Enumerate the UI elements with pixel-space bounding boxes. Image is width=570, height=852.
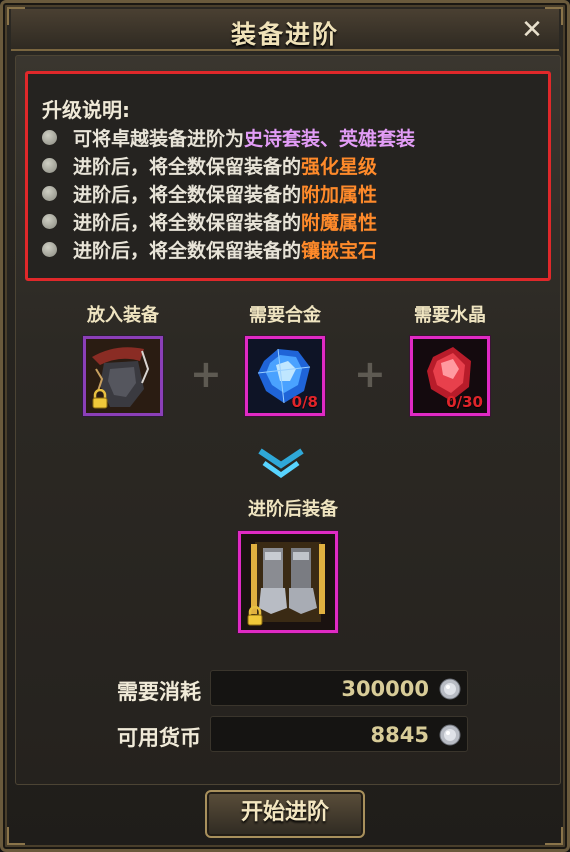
instruction-line: 进阶后，将全数保留装备的附魔属性 <box>42 208 542 236</box>
crystal-slot-label: 需要水晶 <box>414 305 486 326</box>
lock-icon <box>92 389 108 409</box>
instruction-highlight: 镶嵌宝石 <box>301 240 378 262</box>
available-currency-field: 8845 <box>210 716 468 752</box>
frame-corner <box>545 7 563 25</box>
chevron-down-icon <box>258 448 304 479</box>
alloy-count: 0/8 <box>291 393 318 411</box>
close-icon[interactable]: ✕ <box>519 17 545 43</box>
frame-corner <box>545 827 563 845</box>
instruction-highlight: 附加属性 <box>301 184 378 206</box>
required-cost-value: 300000 <box>341 677 429 701</box>
bullet-icon <box>42 130 57 145</box>
result-equip-slot[interactable] <box>238 531 338 633</box>
crystal-count: 0/30 <box>446 393 483 411</box>
crystal-slot[interactable]: 0/30 <box>410 336 490 416</box>
silver-coin-icon <box>439 678 461 700</box>
available-currency-value: 8845 <box>370 723 429 747</box>
upgrade-instructions: 升级说明: 可将卓越装备进阶为史诗套装、英雄套装 进阶后，将全数保留装备的强化星… <box>25 71 551 281</box>
instruction-line: 进阶后，将全数保留装备的镶嵌宝石 <box>42 236 542 264</box>
instruction-highlight: 附魔属性 <box>301 212 378 234</box>
equip-slot-label: 放入装备 <box>87 305 159 326</box>
instruction-line: 可将卓越装备进阶为史诗套装、英雄套装 <box>42 124 542 152</box>
instruction-text: 进阶后，将全数保留装备的 <box>73 212 302 234</box>
bullet-icon <box>42 214 57 229</box>
instruction-text: 进阶后，将全数保留装备的 <box>73 156 302 178</box>
equip-input-slot[interactable] <box>83 336 163 416</box>
instruction-line: 进阶后，将全数保留装备的强化星级 <box>42 152 542 180</box>
silver-coin-icon <box>439 724 461 746</box>
bullet-icon <box>42 242 57 257</box>
alloy-slot[interactable]: 0/8 <box>245 336 325 416</box>
instructions-heading: 升级说明: <box>42 98 130 122</box>
instruction-text: 进阶后，将全数保留装备的 <box>73 184 302 206</box>
bullet-icon <box>42 158 57 173</box>
window-title: 装备进阶 <box>230 20 339 49</box>
plus-icon: + <box>190 352 222 396</box>
instruction-highlight: 强化星级 <box>301 156 378 178</box>
start-upgrade-button[interactable]: 开始进阶 <box>205 790 365 838</box>
upgrade-window: 装备进阶 ✕ 升级说明: 可将卓越装备进阶为史诗套装、英雄套装 进阶后，将全数保… <box>0 0 570 852</box>
alloy-slot-label: 需要合金 <box>249 305 321 326</box>
instruction-text: 可将卓越装备进阶为 <box>73 128 245 150</box>
bullet-icon <box>42 186 57 201</box>
result-slot-label: 进阶后装备 <box>248 499 338 520</box>
frame-corner <box>7 7 25 25</box>
required-cost-field: 300000 <box>210 670 468 706</box>
plus-icon: + <box>354 352 386 396</box>
available-currency-label: 可用货币 <box>117 726 201 750</box>
instruction-highlight: 史诗套装、英雄套装 <box>244 128 416 150</box>
required-cost-label: 需要消耗 <box>117 680 201 704</box>
title-bar: 装备进阶 ✕ <box>11 9 559 51</box>
lock-icon <box>247 606 263 626</box>
frame-corner <box>7 827 25 845</box>
instruction-line: 进阶后，将全数保留装备的附加属性 <box>42 180 542 208</box>
instruction-text: 进阶后，将全数保留装备的 <box>73 240 302 262</box>
